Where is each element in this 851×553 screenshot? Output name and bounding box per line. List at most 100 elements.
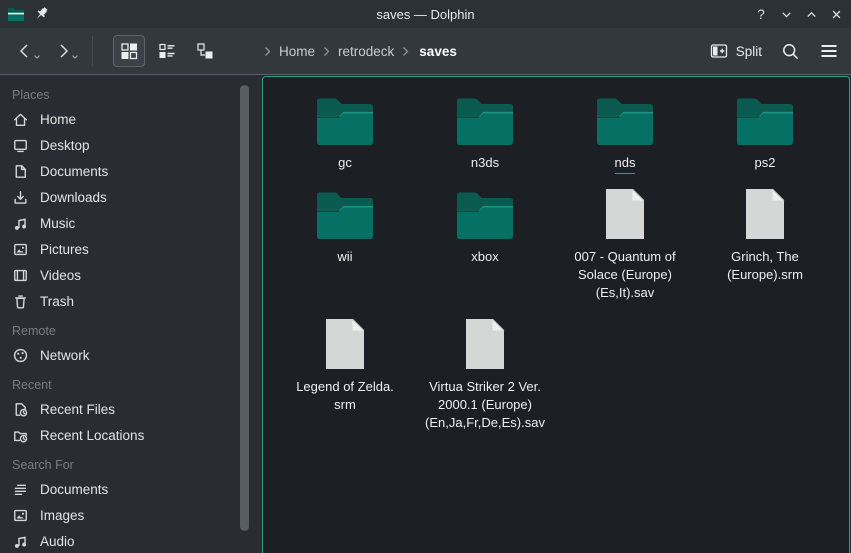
- file-item-label: 007 - Quantum ofSolace (Europe)(Es,It).s…: [574, 248, 675, 302]
- dolphin-window: saves — Dolphin ?: [0, 0, 851, 553]
- sidebar-item[interactable]: Recent Files: [0, 397, 252, 423]
- file-item-label: xbox: [471, 248, 498, 266]
- sidebar-item[interactable]: Images: [0, 503, 252, 529]
- sidebar-item-label: Desktop: [40, 138, 90, 153]
- file-item[interactable]: Grinch, The(Europe).srm: [695, 185, 835, 315]
- close-button[interactable]: [828, 6, 844, 22]
- tree-view-button[interactable]: [189, 35, 221, 67]
- sidebar-item-label: Downloads: [40, 190, 107, 205]
- pin-icon[interactable]: [34, 6, 50, 22]
- recent-locations-icon: [12, 427, 29, 444]
- file-icon: [604, 185, 646, 241]
- file-item[interactable]: nds: [555, 91, 695, 185]
- details-view-button[interactable]: [151, 35, 183, 67]
- document-icon: [12, 163, 29, 180]
- sidebar-section: Remote Network: [0, 315, 252, 369]
- file-icon: [744, 185, 786, 241]
- sidebar-item[interactable]: Documents: [0, 159, 252, 185]
- navigation-buttons: [0, 35, 221, 67]
- doc-lines-icon: [12, 481, 29, 498]
- sidebar-section-header: Places: [0, 79, 252, 107]
- hamburger-menu-button[interactable]: [819, 42, 839, 60]
- toolbar-separator: [92, 36, 93, 66]
- sidebar-section-header: Recent: [0, 369, 252, 397]
- window-title: saves — Dolphin: [0, 7, 851, 22]
- folder-icon: [315, 185, 375, 241]
- file-icon: [324, 315, 366, 371]
- file-item[interactable]: Virtua Striker 2 Ver.2000.1 (Europe)(En,…: [415, 315, 555, 432]
- toolbar: Home retrodeck saves Split: [0, 28, 851, 75]
- sidebar-section: Recent Recent Files: [0, 369, 252, 449]
- help-button[interactable]: ?: [753, 6, 769, 22]
- split-button-label: Split: [736, 44, 762, 59]
- pictures-icon: [12, 241, 29, 258]
- places-panel: Places Home Desktop: [0, 75, 252, 553]
- folder-view[interactable]: gc n3ds nds: [262, 76, 850, 553]
- sidebar-item[interactable]: Audio: [0, 529, 252, 553]
- file-item-label: Legend of Zelda.srm: [296, 378, 394, 414]
- sidebar-section-header: Search For: [0, 449, 252, 477]
- icons-view-button[interactable]: [113, 35, 145, 67]
- chevron-right-icon[interactable]: [264, 46, 271, 57]
- folder-app-icon: [7, 6, 25, 23]
- forward-button[interactable]: [50, 36, 76, 66]
- back-history-caret-icon[interactable]: [33, 47, 41, 65]
- breadcrumb-item-retrodeck[interactable]: retrodeck: [338, 44, 394, 59]
- maximize-button[interactable]: [803, 6, 819, 22]
- sidebar-item[interactable]: Documents: [0, 477, 252, 503]
- sidebar-item[interactable]: Videos: [0, 263, 252, 289]
- sidebar-item-label: Videos: [40, 268, 81, 283]
- file-grid: gc n3ds nds: [263, 77, 849, 432]
- file-item[interactable]: wii: [275, 185, 415, 315]
- sidebar-sections: Places Home Desktop: [0, 79, 252, 553]
- back-button[interactable]: [12, 36, 38, 66]
- sidebar-section: Places Home Desktop: [0, 79, 252, 315]
- chevron-right-icon: [323, 46, 330, 57]
- sidebar-item[interactable]: Music: [0, 211, 252, 237]
- toolbar-right: Split: [710, 28, 839, 74]
- sidebar-item[interactable]: Home: [0, 107, 252, 133]
- split-button[interactable]: Split: [710, 43, 762, 59]
- search-button[interactable]: [781, 42, 800, 61]
- downloads-icon: [12, 189, 29, 206]
- file-item[interactable]: 007 - Quantum ofSolace (Europe)(Es,It).s…: [555, 185, 695, 315]
- sidebar-item[interactable]: Trash: [0, 289, 252, 315]
- home-icon: [12, 111, 29, 128]
- file-item[interactable]: ps2: [695, 91, 835, 185]
- sidebar-scrollbar[interactable]: [240, 85, 249, 531]
- breadcrumb-item-home[interactable]: Home: [279, 44, 315, 59]
- main-area: Places Home Desktop: [0, 75, 851, 553]
- file-icon: [464, 315, 506, 371]
- sidebar-item[interactable]: Pictures: [0, 237, 252, 263]
- sidebar-section-header: Remote: [0, 315, 252, 343]
- view-mode-buttons: [113, 35, 221, 67]
- minimize-button[interactable]: [778, 6, 794, 22]
- titlebar-left: [0, 6, 50, 23]
- folder-icon: [315, 91, 375, 147]
- sidebar-item[interactable]: Network: [0, 343, 252, 369]
- file-item-label: Grinch, The(Europe).srm: [727, 248, 803, 284]
- sidebar-item-label: Audio: [40, 534, 75, 549]
- file-item[interactable]: xbox: [415, 185, 555, 315]
- file-item[interactable]: n3ds: [415, 91, 555, 185]
- titlebar[interactable]: saves — Dolphin ?: [0, 0, 851, 28]
- window-controls: ?: [753, 0, 844, 28]
- sidebar-item[interactable]: Desktop: [0, 133, 252, 159]
- file-item-label: gc: [338, 154, 352, 172]
- file-item[interactable]: gc: [275, 91, 415, 185]
- forward-history-caret-icon[interactable]: [71, 47, 79, 65]
- file-item-label: wii: [337, 248, 352, 266]
- sidebar-item-label: Images: [40, 508, 84, 523]
- folder-icon: [595, 91, 655, 147]
- sidebar-item[interactable]: Downloads: [0, 185, 252, 211]
- videos-icon: [12, 267, 29, 284]
- images-icon: [12, 507, 29, 524]
- sidebar-item-label: Recent Locations: [40, 428, 144, 443]
- music-icon: [12, 215, 29, 232]
- folder-icon: [735, 91, 795, 147]
- breadcrumb-current[interactable]: saves: [419, 44, 457, 59]
- folder-icon: [455, 185, 515, 241]
- sidebar-item-label: Documents: [40, 482, 108, 497]
- sidebar-item[interactable]: Recent Locations: [0, 423, 252, 449]
- file-item[interactable]: Legend of Zelda.srm: [275, 315, 415, 432]
